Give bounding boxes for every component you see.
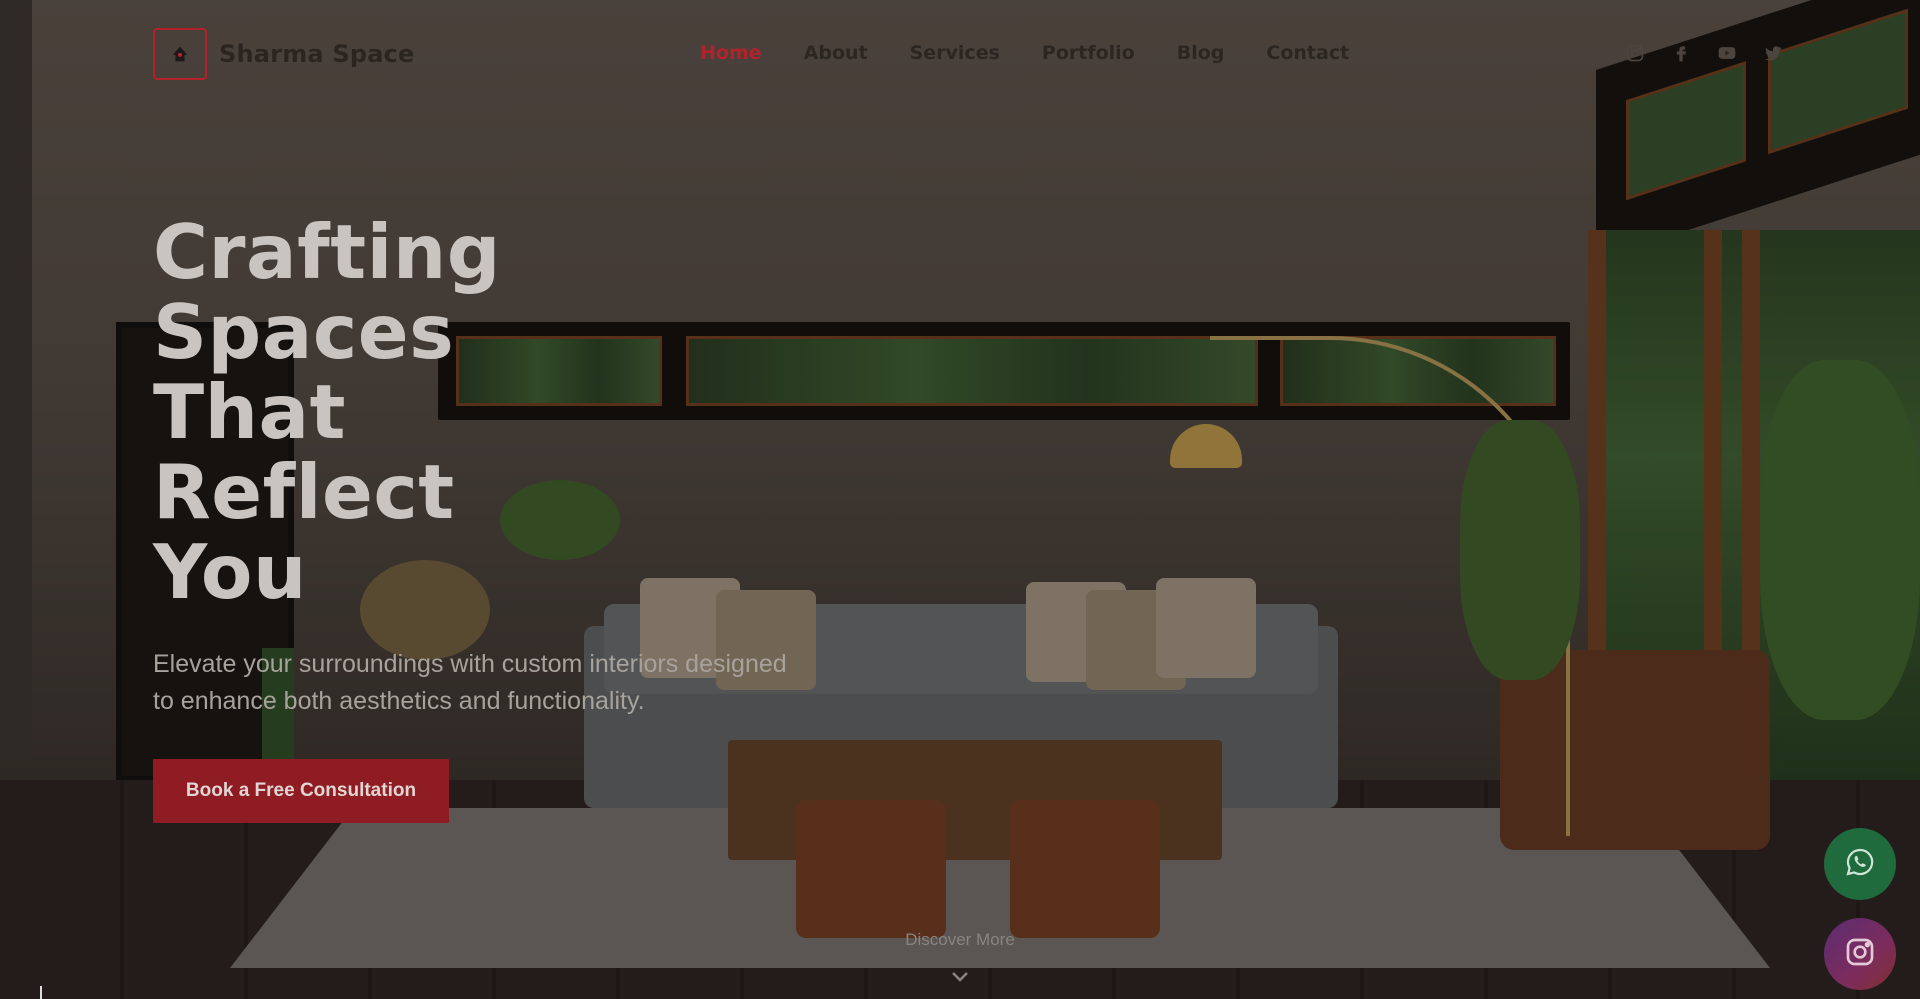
- nav-contact[interactable]: Contact: [1266, 42, 1349, 64]
- chevron-down-icon[interactable]: [948, 964, 972, 988]
- hero-title-line: You: [153, 528, 307, 616]
- whatsapp-icon: [1844, 846, 1876, 883]
- twitter-icon[interactable]: [1762, 42, 1784, 64]
- brand-logo-link[interactable]: Sharma Space: [153, 28, 415, 80]
- hero-title: Crafting Spaces That Reflect You: [153, 212, 713, 612]
- nav-about[interactable]: About: [804, 42, 868, 64]
- nav-portfolio[interactable]: Portfolio: [1042, 42, 1135, 64]
- nav-home[interactable]: Home: [700, 42, 762, 64]
- site-header: Sharma Space Home About Services Portfol…: [0, 0, 1920, 112]
- instagram-button[interactable]: [1824, 918, 1896, 990]
- hero-subtitle-line1: Elevate your surroundings with custom in…: [153, 650, 787, 678]
- nav-services[interactable]: Services: [910, 42, 1000, 64]
- hero-subtitle: Elevate your surroundings with custom in…: [153, 646, 873, 720]
- whatsapp-button[interactable]: [1824, 828, 1896, 900]
- hero-subtitle-line2: to enhance both aesthetics and functiona…: [153, 687, 645, 715]
- house-pin-icon: [153, 28, 207, 80]
- instagram-icon[interactable]: [1624, 42, 1646, 64]
- facebook-icon[interactable]: [1670, 42, 1692, 64]
- social-links: [1624, 42, 1784, 64]
- nav-blog[interactable]: Blog: [1177, 42, 1225, 64]
- youtube-icon[interactable]: [1716, 42, 1738, 64]
- discover-more-link[interactable]: Discover More: [880, 930, 1040, 950]
- brand-name: Sharma Space: [219, 40, 415, 68]
- hero-title-line: Crafting: [153, 208, 501, 296]
- main-nav: Home About Services Portfolio Blog Conta…: [700, 42, 1349, 64]
- hero-title-line: Spaces: [153, 288, 455, 376]
- hero-title-line: That: [153, 368, 347, 456]
- instagram-icon: [1844, 936, 1876, 973]
- book-consultation-button[interactable]: Book a Free Consultation: [153, 759, 449, 823]
- hero-title-line: Reflect: [153, 448, 455, 536]
- text-cursor: [40, 986, 42, 999]
